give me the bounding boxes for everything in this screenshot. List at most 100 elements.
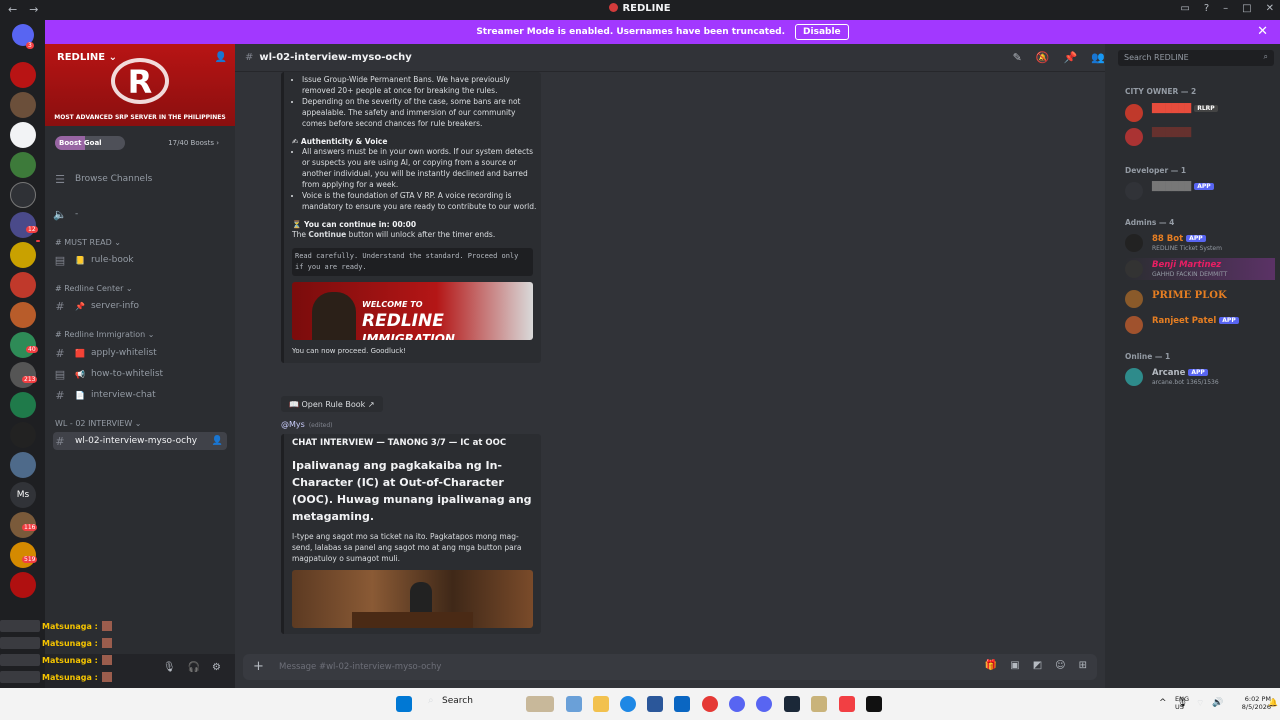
store-icon[interactable]: [647, 696, 663, 712]
member-row[interactable]: ██████: [1125, 126, 1275, 148]
help-icon[interactable]: ?: [1204, 3, 1209, 14]
channel-sidebar: R REDLINE ⌄ 👤 MOST ADVANCED SRP SERVER I…: [45, 44, 235, 688]
server-icon[interactable]: [10, 122, 36, 148]
emoji-icon[interactable]: ☺: [1055, 660, 1065, 671]
gif-icon[interactable]: ▣: [1010, 660, 1019, 671]
mention-badge: 519: [22, 556, 38, 563]
server-icon-ms[interactable]: Ms: [10, 482, 36, 508]
server-icon[interactable]: [10, 572, 36, 598]
add-attachment-icon[interactable]: +: [253, 659, 264, 674]
chevron-up-icon[interactable]: ^: [1159, 698, 1167, 708]
start-windows-icon[interactable]: [396, 696, 412, 712]
steam-icon[interactable]: [784, 696, 800, 712]
channel-interview-chat[interactable]: # 📄 interview-chat: [53, 386, 227, 404]
member-row[interactable]: PRIME PLOK: [1125, 288, 1275, 310]
input-toolbar: 🎁 ▣ ◩ ☺ ⊞: [985, 660, 1087, 671]
server-icon[interactable]: [10, 152, 36, 178]
server-icon[interactable]: [10, 452, 36, 478]
boost-goal[interactable]: Boost Goal 17/40 Boosts ›: [55, 136, 225, 150]
edge-icon[interactable]: [620, 696, 636, 712]
invite-icon[interactable]: 👤: [215, 52, 227, 63]
category-redline-immigration[interactable]: # Redline Immigration ⌄: [55, 330, 154, 339]
server-icon[interactable]: 12: [10, 212, 40, 242]
discord-icon[interactable]: [756, 696, 772, 712]
member-list-icon[interactable]: 👥: [1091, 51, 1105, 64]
server-icon[interactable]: [10, 542, 36, 568]
disable-button[interactable]: Disable: [795, 24, 849, 40]
open-rule-book-button[interactable]: 📖 Open Rule Book ↗: [281, 396, 383, 412]
mention-badge: 116: [22, 524, 38, 531]
channel-server-info[interactable]: # 📌 server-info: [53, 297, 227, 315]
member-name: ██████ RLRP: [1152, 104, 1218, 114]
server-icon-redline[interactable]: [10, 62, 36, 88]
copilot-icon[interactable]: [566, 696, 582, 712]
notifications-icon[interactable]: 🔔: [1268, 698, 1278, 707]
minimize-icon[interactable]: –: [1223, 3, 1228, 14]
member-row[interactable]: Benji Martinez GAHHD FACKIN DEMMITT: [1125, 258, 1275, 280]
server-icon[interactable]: [10, 422, 36, 448]
widget-icon[interactable]: [526, 696, 554, 712]
settings-gear-icon[interactable]: ⚙: [212, 662, 221, 673]
user-mention[interactable]: @Mys (edited): [281, 420, 333, 429]
member-row[interactable]: Ranjeet Patel APP: [1125, 314, 1275, 336]
maximize-icon[interactable]: □: [1242, 3, 1251, 14]
obs-icon[interactable]: [866, 696, 882, 712]
channel-how-to-whitelist[interactable]: ▤ 📢 how-to-whitelist: [53, 365, 227, 383]
server-icon[interactable]: [10, 362, 36, 388]
channel-apply-whitelist[interactable]: # 🟥 apply-whitelist: [53, 344, 227, 362]
browse-channels[interactable]: ☰ Browse Channels: [53, 170, 227, 188]
category-must-read[interactable]: # MUST READ ⌄: [55, 238, 121, 247]
notification-bell-icon[interactable]: 🔕: [1036, 51, 1050, 64]
server-icon[interactable]: [10, 302, 36, 328]
music-icon[interactable]: [839, 696, 855, 712]
channel-wl-02-interview-myso-ochy[interactable]: # wl-02-interview-myso-ochy 👤: [53, 432, 227, 450]
close-window-icon[interactable]: ✕: [1266, 3, 1274, 14]
wifi-icon[interactable]: ⌔: [1196, 698, 1204, 709]
timer-text: ⏳ You can continue in: 00:00: [292, 220, 417, 229]
gift-icon[interactable]: 🎁: [985, 660, 997, 671]
member-row[interactable]: ██████ APP: [1125, 180, 1275, 202]
member-row[interactable]: Arcane APP arcane.bot 1365/1536: [1125, 366, 1275, 388]
category-redline-center[interactable]: # Redline Center ⌄: [55, 284, 133, 293]
server-icon[interactable]: [10, 182, 36, 208]
inbox-icon[interactable]: ▭: [1180, 3, 1189, 14]
headphones-icon[interactable]: 🎧: [188, 662, 200, 673]
search-input[interactable]: Search REDLINE ⌕: [1118, 50, 1274, 66]
message-input[interactable]: + Message #wl-02-interview-myso-ochy 🎁 ▣…: [243, 654, 1097, 680]
file-explorer-icon[interactable]: [593, 696, 609, 712]
mention-badge: 12: [26, 226, 38, 233]
server-icon[interactable]: [10, 272, 36, 298]
category-wl-interview[interactable]: WL - 02 INTERVIEW ⌄: [55, 419, 142, 428]
member-row[interactable]: ██████ RLRP: [1125, 102, 1275, 124]
proceed-text: You can now proceed. Goodluck!: [292, 347, 407, 355]
outlook-icon[interactable]: [674, 696, 690, 712]
language-indicator[interactable]: ENG US: [1175, 695, 1189, 711]
apps-icon[interactable]: ⊞: [1079, 660, 1087, 671]
server-icon[interactable]: [10, 392, 36, 418]
chrome-icon[interactable]: [702, 696, 718, 712]
code-block: Read carefully. Understand the standard.…: [292, 248, 533, 276]
close-icon[interactable]: ✕: [1257, 24, 1268, 39]
server-icon[interactable]: [10, 242, 36, 268]
taskbar-search[interactable]: Search: [442, 696, 473, 706]
member-row[interactable]: 88 Bot APP REDLINE Ticket System: [1125, 232, 1275, 254]
server-name[interactable]: REDLINE ⌄: [57, 52, 117, 63]
authenticity-list: All answers must be in your own words. I…: [284, 146, 541, 212]
app-icon[interactable]: [811, 696, 827, 712]
server-icon[interactable]: [10, 332, 36, 358]
clock[interactable]: 6:02 PM 8/5/2026: [1233, 695, 1271, 711]
member-name: ██████: [1152, 128, 1192, 138]
pinned-messages-icon[interactable]: 📌: [1064, 51, 1078, 64]
add-member-icon[interactable]: 👤: [212, 436, 223, 446]
threads-icon[interactable]: ✎: [1013, 51, 1022, 64]
server-icon[interactable]: [10, 92, 36, 118]
channel-rule-book[interactable]: ▤ 📒 rule-book: [53, 251, 227, 269]
boost-count: 17/40 Boosts ›: [168, 139, 219, 147]
microphone-icon[interactable]: 🎙: [163, 662, 176, 673]
discord-icon[interactable]: [729, 696, 745, 712]
voice-channel[interactable]: 🔈 -: [53, 205, 227, 223]
officer-figure: [312, 292, 356, 340]
volume-icon[interactable]: 🔊: [1212, 698, 1223, 708]
badges-icon: [0, 654, 40, 666]
sticker-icon[interactable]: ◩: [1033, 660, 1042, 671]
